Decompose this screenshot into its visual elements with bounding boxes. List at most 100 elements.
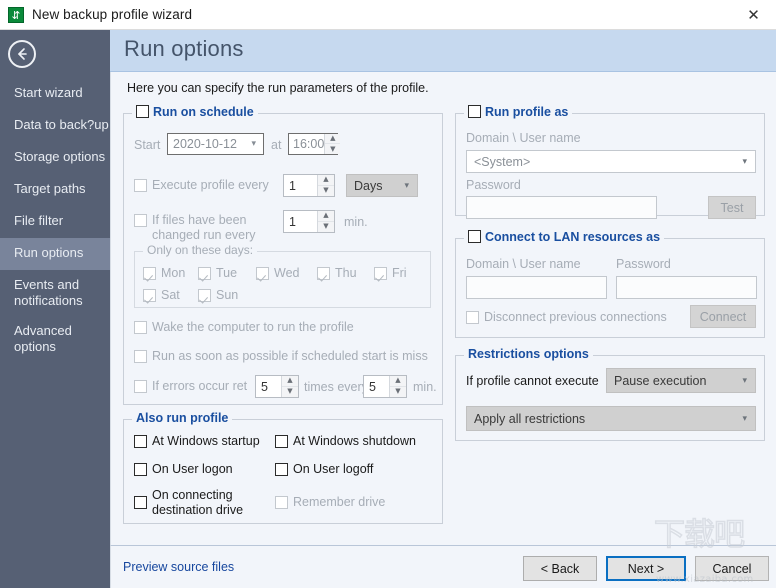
sidebar-item-start-wizard[interactable]: Start wizard	[0, 78, 110, 110]
lan-domain-input[interactable]	[466, 276, 607, 299]
disconnect-previous-row[interactable]: Disconnect previous connections	[466, 310, 667, 324]
retry-interval-down-icon[interactable]: ▼	[390, 387, 406, 398]
execute-every-unit-select[interactable]: Days ▾	[346, 174, 418, 197]
sidebar-item-storage-options[interactable]: Storage options	[0, 142, 110, 174]
run-profile-as-checkbox[interactable]	[468, 105, 481, 118]
retry-interval-arrows[interactable]: ▲ ▼	[389, 376, 406, 397]
sidebar-item-target-paths[interactable]: Target paths	[0, 174, 110, 206]
execute-profile-every-checkbox[interactable]	[134, 179, 147, 192]
back-arrow-icon[interactable]	[8, 40, 36, 68]
sidebar-item-data-to-backup[interactable]: Data to back?up	[0, 110, 110, 142]
day-checkbox-mon[interactable]: Mon	[143, 266, 185, 280]
apply-restrictions-select[interactable]: Apply all restrictions ▾	[466, 406, 756, 431]
retry-on-errors-checkbox[interactable]	[134, 380, 147, 393]
back-button[interactable]: < Back	[523, 556, 597, 581]
remember-drive-row[interactable]: Remember drive	[275, 495, 385, 509]
execute-every-arrows[interactable]: ▲ ▼	[317, 175, 334, 196]
retry-times-up-icon[interactable]: ▲	[282, 376, 298, 387]
run-on-schedule-checkbox[interactable]	[136, 105, 149, 118]
day-checkbox-sat[interactable]: Sat	[143, 288, 180, 302]
sidebar-item-file-filter[interactable]: File filter	[0, 206, 110, 238]
at-windows-startup-row[interactable]: At Windows startup	[134, 434, 260, 448]
at-windows-shutdown-checkbox[interactable]	[275, 435, 288, 448]
start-time-stepper[interactable]: 16:00 ▲ ▼	[288, 133, 338, 155]
day-wed-box[interactable]	[256, 267, 269, 280]
start-date-input[interactable]: 2020-10-12 ▾	[167, 133, 264, 155]
execute-every-down-icon[interactable]: ▼	[318, 186, 334, 197]
on-user-logon-checkbox[interactable]	[134, 463, 147, 476]
start-time-down-icon[interactable]: ▼	[325, 144, 340, 154]
execute-profile-every-row[interactable]: Execute profile every	[134, 178, 269, 192]
sidebar-item-run-options[interactable]: Run options	[0, 238, 110, 270]
on-user-logon-label: On User logon	[152, 462, 233, 476]
execute-every-unit-value: Days	[354, 179, 382, 193]
retry-interval-up-icon[interactable]: ▲	[390, 376, 406, 387]
on-user-logoff-checkbox[interactable]	[275, 463, 288, 476]
day-sun-box[interactable]	[198, 289, 211, 302]
connect-lan-checkbox[interactable]	[468, 230, 481, 243]
restrictions-options-group: Restrictions options If profile cannot e…	[455, 355, 765, 441]
run-as-password-input[interactable]	[466, 196, 657, 219]
run-asap-checkbox[interactable]	[134, 350, 147, 363]
retry-times-stepper[interactable]: 5 ▲ ▼	[255, 375, 299, 398]
preview-source-files-link[interactable]: Preview source files	[123, 560, 234, 574]
day-mon-box[interactable]	[143, 267, 156, 280]
also-run-profile-group: Also run profile At Windows startup At W…	[123, 419, 443, 524]
run-as-password-label: Password	[466, 178, 521, 192]
on-connecting-destination-drive-row[interactable]: On connectingdestination drive	[134, 488, 243, 518]
retry-interval-stepper[interactable]: 5 ▲ ▼	[363, 375, 407, 398]
day-checkbox-thu[interactable]: Thu	[317, 266, 357, 280]
at-windows-startup-checkbox[interactable]	[134, 435, 147, 448]
files-changed-down-icon[interactable]: ▼	[318, 222, 334, 233]
retry-times-arrows[interactable]: ▲ ▼	[281, 376, 298, 397]
retry-times-down-icon[interactable]: ▼	[282, 387, 298, 398]
start-time-up-icon[interactable]: ▲	[325, 134, 340, 144]
day-tue-label: Tue	[216, 266, 237, 280]
run-asap-row[interactable]: Run as soon as possible if scheduled sta…	[134, 349, 436, 363]
cancel-button[interactable]: Cancel	[695, 556, 769, 581]
on-connecting-destination-drive-label: On connectingdestination drive	[152, 488, 243, 518]
on-user-logon-row[interactable]: On User logon	[134, 462, 233, 476]
execute-every-up-icon[interactable]: ▲	[318, 175, 334, 186]
cannot-execute-value: Pause execution	[614, 374, 706, 388]
cannot-execute-select[interactable]: Pause execution ▾	[606, 368, 756, 393]
on-connecting-destination-drive-checkbox[interactable]	[134, 496, 147, 509]
execute-every-stepper[interactable]: 1 ▲ ▼	[283, 174, 335, 197]
lan-connect-button[interactable]: Connect	[690, 305, 756, 328]
day-sat-box[interactable]	[143, 289, 156, 302]
files-changed-checkbox[interactable]	[134, 214, 147, 227]
close-icon[interactable]: ✕	[731, 0, 776, 29]
content-area: Here you can specify the run parameters …	[110, 72, 776, 545]
at-windows-shutdown-row[interactable]: At Windows shutdown	[275, 434, 416, 448]
day-fri-box[interactable]	[374, 267, 387, 280]
remember-drive-checkbox[interactable]	[275, 496, 288, 509]
disconnect-previous-checkbox[interactable]	[466, 311, 479, 324]
run-as-domain-value: <System>	[474, 155, 530, 169]
lan-password-input[interactable]	[616, 276, 757, 299]
files-changed-arrows[interactable]: ▲ ▼	[317, 211, 334, 232]
files-changed-stepper[interactable]: 1 ▲ ▼	[283, 210, 335, 233]
lan-domain-label: Domain \ User name	[466, 257, 581, 271]
files-changed-row[interactable]: If files have beenchanged run every	[134, 213, 256, 243]
day-wed-label: Wed	[274, 266, 299, 280]
wake-computer-row[interactable]: Wake the computer to run the profile	[134, 320, 354, 334]
day-thu-box[interactable]	[317, 267, 330, 280]
execute-profile-every-label: Execute profile every	[152, 178, 269, 192]
next-button[interactable]: Next >	[606, 556, 686, 581]
files-changed-up-icon[interactable]: ▲	[318, 211, 334, 222]
sidebar-item-advanced-options[interactable]: Advanced options	[0, 316, 110, 362]
day-checkbox-wed[interactable]: Wed	[256, 266, 299, 280]
sidebar-item-events-and-notifications[interactable]: Events and notifications	[0, 270, 110, 316]
wake-computer-checkbox[interactable]	[134, 321, 147, 334]
day-tue-box[interactable]	[198, 267, 211, 280]
connect-lan-group: Connect to LAN resources as Domain \ Use…	[455, 238, 765, 338]
day-checkbox-tue[interactable]: Tue	[198, 266, 237, 280]
day-checkbox-sun[interactable]: Sun	[198, 288, 238, 302]
run-as-test-button[interactable]: Test	[708, 196, 756, 219]
on-user-logoff-row[interactable]: On User logoff	[275, 462, 373, 476]
retry-times-value: 5	[256, 376, 281, 397]
day-checkbox-fri[interactable]: Fri	[374, 266, 407, 280]
start-time-arrows[interactable]: ▲ ▼	[324, 134, 340, 154]
run-as-domain-select[interactable]: <System> ▾	[466, 150, 756, 173]
retry-on-errors-row[interactable]: If errors occur ret	[134, 379, 264, 393]
